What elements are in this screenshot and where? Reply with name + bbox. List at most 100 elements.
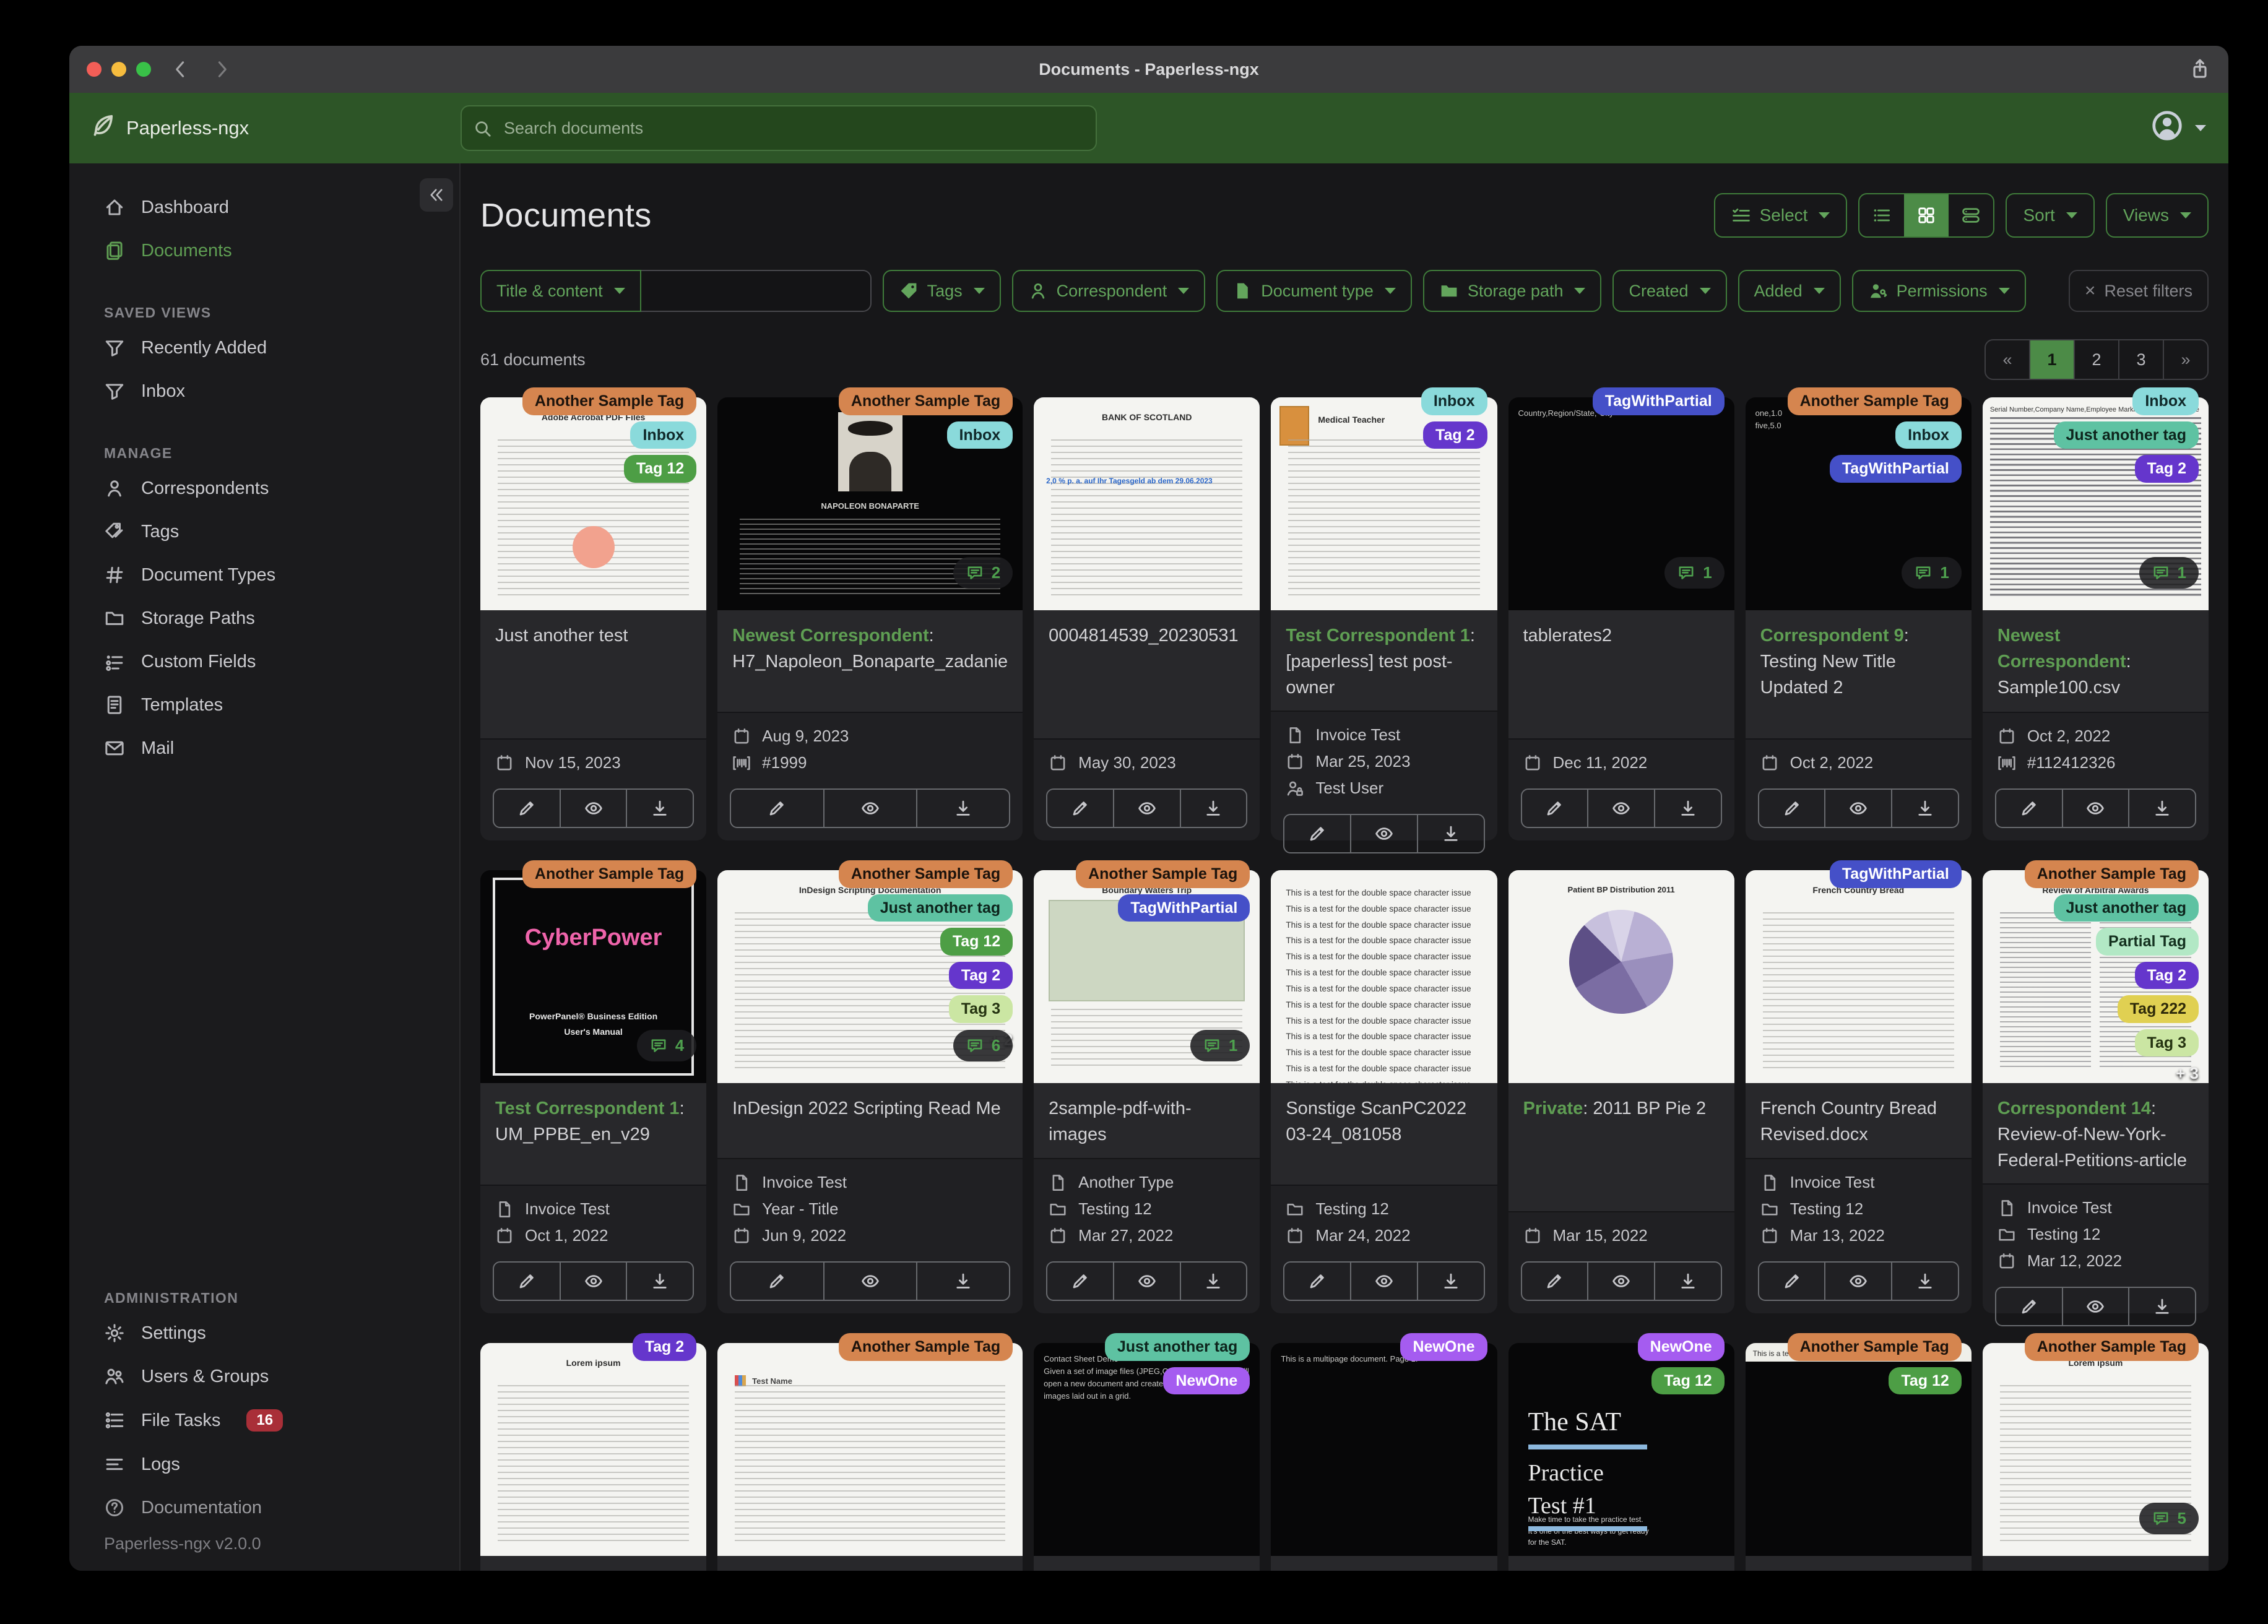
document-title[interactable]: Test Correspondent 1: UM_PPBE_en_v29 (480, 1083, 707, 1186)
download-button[interactable] (917, 790, 1009, 827)
view-button[interactable] (1825, 790, 1893, 827)
comments-badge[interactable]: 1 (2139, 557, 2199, 589)
edit-button[interactable] (1759, 790, 1826, 827)
correspondent-link[interactable]: Private (1523, 1099, 1583, 1118)
list-view-button[interactable] (1859, 194, 1904, 236)
document-title[interactable]: Correspondent 14: Review-of-New-York-Fed… (1982, 1083, 2209, 1185)
tag-badge[interactable]: Another Sample Tag (522, 387, 697, 415)
document-title[interactable]: French Country Bread Revised.docx (1745, 1083, 1972, 1159)
comments-badge[interactable]: 2 (953, 557, 1013, 589)
edit-button[interactable] (1284, 1263, 1352, 1300)
edit-button[interactable] (494, 790, 561, 827)
view-button[interactable] (561, 1263, 628, 1300)
document-card[interactable]: Contact Sheet Demo Given a set of image … (1034, 1333, 1260, 1571)
edit-button[interactable] (1047, 790, 1114, 827)
document-thumbnail[interactable]: This is a multipage document. Page 1. (1271, 1343, 1497, 1556)
download-button[interactable] (1418, 815, 1484, 852)
tag-badge[interactable]: Tag 12 (623, 455, 697, 483)
sidebar-item-dashboard[interactable]: Dashboard (69, 186, 459, 229)
document-card[interactable]: BANK OF SCOTLAND 2,0 % p. a. auf Ihr Tage… (1034, 397, 1260, 840)
view-button[interactable] (2063, 790, 2130, 827)
document-card[interactable]: Lorem ipsum Another Sample Tag 5 (1982, 1333, 2209, 1571)
document-card[interactable]: This is a multipage document. Page 1. New… (1271, 1333, 1497, 1571)
document-title[interactable]: InDesign 2022 Scripting Read Me (717, 1083, 1023, 1159)
tag-badge[interactable]: Tag 12 (1889, 1367, 1962, 1394)
back-icon[interactable] (170, 58, 192, 80)
tag-badge[interactable]: TagWithPartial (1118, 894, 1250, 922)
tag-badge[interactable]: Tag 2 (1423, 421, 1487, 449)
document-title[interactable] (1982, 1556, 2209, 1571)
document-card[interactable]: French Country Bread TagWithPartial French… (1745, 860, 1972, 1313)
user-menu[interactable] (2150, 109, 2206, 147)
download-button[interactable] (1655, 1263, 1721, 1300)
pagination-page-1[interactable]: 1 (2030, 340, 2075, 379)
document-title[interactable]: Sonstige ScanPC2022 03-24_081058 (1271, 1083, 1497, 1186)
sidebar-item-mail[interactable]: Mail (69, 727, 459, 770)
view-button[interactable] (561, 790, 628, 827)
edit-button[interactable] (1522, 790, 1589, 827)
view-button[interactable] (1351, 815, 1418, 853)
tag-badge[interactable]: Another Sample Tag (1787, 1333, 1962, 1361)
document-card[interactable]: NAPOLEON BONAPARTE Another Sample Tag Inbo… (717, 387, 1023, 840)
document-title[interactable]: tablerates2 (1508, 610, 1734, 740)
document-title[interactable]: Test Correspondent 1: [paperless] test p… (1271, 610, 1497, 712)
correspondent-link[interactable]: Correspondent 14 (1997, 1099, 2151, 1118)
tag-badge[interactable]: TagWithPartial (1829, 860, 1962, 888)
download-button[interactable] (627, 790, 693, 827)
edit-button[interactable] (1996, 1288, 2063, 1326)
tag-badge[interactable]: Just another tag (2053, 894, 2199, 922)
tag-badge[interactable]: Tag 12 (940, 928, 1013, 956)
document-title[interactable] (1034, 1556, 1260, 1571)
forward-icon[interactable] (210, 58, 233, 80)
tag-badge[interactable]: NewOne (1163, 1367, 1250, 1394)
tag-badge[interactable]: Tag 222 (2117, 995, 2199, 1023)
tag-badge[interactable]: Tag 3 (2134, 1029, 2199, 1056)
correspondent-link[interactable]: Correspondent 9 (1760, 626, 1904, 646)
comments-badge[interactable]: 5 (2139, 1503, 2199, 1534)
select-button[interactable]: Select (1713, 193, 1848, 238)
sidebar-item-users-groups[interactable]: Users & Groups (69, 1355, 459, 1398)
sidebar-item-correspondents[interactable]: Correspondents (69, 467, 459, 510)
views-button[interactable]: Views (2105, 193, 2209, 238)
document-title[interactable] (1745, 1556, 1972, 1571)
document-title[interactable]: Correspondent 9: Testing New Title Updat… (1745, 610, 1972, 740)
sidebar-item-settings[interactable]: Settings (69, 1311, 459, 1355)
document-card[interactable]: Test Name Another Sample Tag (717, 1333, 1023, 1571)
tag-badge[interactable]: Another Sample Tag (522, 860, 697, 888)
reset-filters-button[interactable]: × Reset filters (2068, 270, 2209, 312)
tag-badge[interactable]: Tag 12 (1651, 1367, 1725, 1394)
tag-badge[interactable]: Inbox (2132, 387, 2199, 415)
download-button[interactable] (2129, 790, 2195, 827)
document-card[interactable]: Serial Number,Company Name,Employee Mark… (1982, 387, 2209, 840)
sidebar-item-file-tasks[interactable]: File Tasks 16 (69, 1398, 459, 1443)
view-button[interactable] (2063, 1288, 2130, 1326)
tag-badge[interactable]: Another Sample Tag (2024, 860, 2199, 888)
zoom-window-button[interactable] (136, 62, 151, 77)
document-title[interactable]: 2sample-pdf-with-images (1034, 1083, 1260, 1159)
document-title[interactable] (1508, 1556, 1734, 1571)
close-window-button[interactable] (87, 62, 102, 77)
download-button[interactable] (1892, 1263, 1958, 1300)
document-title[interactable] (1271, 1556, 1497, 1571)
sidebar-item-custom-fields[interactable]: Custom Fields (69, 640, 459, 683)
tag-badge[interactable]: Inbox (1421, 387, 1487, 415)
tag-badge[interactable]: Partial Tag (2096, 928, 2199, 956)
pagination-prev[interactable]: « (1986, 340, 2030, 379)
view-button[interactable] (1825, 1263, 1893, 1300)
tag-badge[interactable]: Inbox (1895, 421, 1962, 449)
sidebar-item-document-types[interactable]: Document Types (69, 553, 459, 597)
edit-button[interactable] (1522, 1263, 1589, 1300)
download-button[interactable] (1181, 1263, 1247, 1300)
document-thumbnail[interactable]: BANK OF SCOTLAND 2,0 % p. a. auf Ihr Tage… (1034, 397, 1260, 610)
comments-badge[interactable]: 1 (1664, 557, 1725, 589)
document-card[interactable]: This is a test for the double space char… (1271, 870, 1497, 1313)
comments-badge[interactable]: 4 (636, 1030, 697, 1061)
view-button[interactable] (1588, 790, 1655, 827)
share-icon[interactable] (2189, 58, 2211, 80)
document-card[interactable]: Country,Region/State,"City" TagWithPartia… (1508, 387, 1734, 840)
title-content-filter-input[interactable] (641, 270, 872, 312)
tag-badge[interactable]: Tag 2 (2134, 455, 2199, 483)
tag-badge[interactable]: Another Sample Tag (1076, 860, 1250, 888)
comments-badge[interactable]: 6 (953, 1030, 1013, 1061)
view-button[interactable] (1588, 1263, 1655, 1300)
